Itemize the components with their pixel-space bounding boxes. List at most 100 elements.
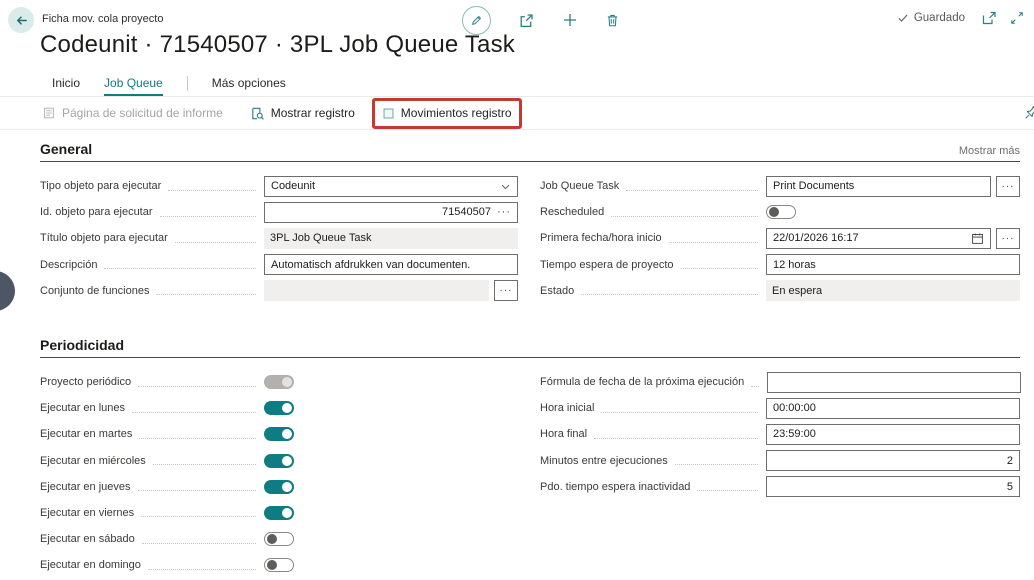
function-set-assist-button[interactable]: ··· <box>494 280 518 301</box>
save-status-area: Guardado <box>897 10 1024 26</box>
tab-strip: Inicio Job Queue Más opciones <box>0 70 1034 97</box>
run-sunday-label: Ejecutar en domingo <box>40 559 141 571</box>
field-earliest-start: Primera fecha/hora inicio 22/01/2026 16:… <box>540 225 1020 251</box>
page-content: General Mostrar más Tipo objeto para eje… <box>0 141 1034 578</box>
field-run-sunday: Ejecutar en domingo <box>40 552 518 578</box>
dotted-leader <box>611 216 758 217</box>
status-field: En espera <box>766 280 1020 301</box>
periodicity-fields: Proyecto periódico Ejecutar en lunes Eje… <box>40 369 1020 579</box>
plus-icon <box>562 12 578 28</box>
object-type-select[interactable]: Codeunit <box>264 176 518 197</box>
job-queue-task-label: Job Queue Task <box>540 180 619 192</box>
log-entries-action[interactable]: Movimientos registro <box>382 106 512 120</box>
start-time-input[interactable]: 00:00:00 <box>766 398 1020 419</box>
dotted-leader <box>601 412 758 413</box>
dotted-leader <box>626 190 758 191</box>
tab-inicio[interactable]: Inicio <box>52 76 80 96</box>
tab-mas-opciones[interactable]: Más opciones <box>212 76 286 96</box>
trash-icon <box>605 13 620 28</box>
earliest-start-assist-button[interactable]: ··· <box>996 228 1020 249</box>
run-friday-label: Ejecutar en viernes <box>40 507 134 519</box>
resize-icon[interactable] <box>1010 11 1024 25</box>
status-label: Estado <box>540 285 574 297</box>
dotted-leader <box>681 268 759 269</box>
show-more-link[interactable]: Mostrar más <box>959 145 1020 157</box>
run-wednesday-toggle[interactable] <box>264 454 294 468</box>
rescheduled-label: Rescheduled <box>540 206 604 218</box>
dotted-leader <box>594 438 758 439</box>
new-button[interactable] <box>562 12 578 28</box>
object-id-input[interactable]: 71540507 ··· <box>264 202 518 223</box>
description-input[interactable]: Automatisch afdrukken van documenten. <box>264 254 518 275</box>
field-job-timeout: Tiempo espera de proyecto 12 horas <box>540 252 1020 278</box>
report-request-page-action: Página de solicitud de informe <box>42 106 223 120</box>
minutes-between-runs-input[interactable]: 2 <box>766 450 1020 471</box>
periodicity-left-column: Proyecto periódico Ejecutar en lunes Eje… <box>40 369 518 579</box>
field-end-time: Hora final 23:59:00 <box>540 421 1020 447</box>
tab-job-queue[interactable]: Job Queue <box>104 76 163 96</box>
general-right-column: Job Queue Task Print Documents ··· Resch… <box>540 173 1020 304</box>
earliest-start-input[interactable]: 22/01/2026 16:17 <box>766 228 991 249</box>
field-start-time: Hora inicial 00:00:00 <box>540 395 1020 421</box>
object-type-label: Tipo objeto para ejecutar <box>40 180 161 192</box>
show-log-action[interactable]: Mostrar registro <box>250 106 355 121</box>
field-object-id: Id. objeto para ejecutar 71540507 ··· <box>40 199 518 225</box>
dotted-leader <box>132 412 256 413</box>
run-saturday-toggle[interactable] <box>264 532 294 546</box>
description-label: Descripción <box>40 259 97 271</box>
show-log-label: Mostrar registro <box>271 106 355 120</box>
recurring-job-toggle <box>264 375 294 389</box>
general-fields: Tipo objeto para ejecutar Codeunit Id. o… <box>40 173 1020 304</box>
field-job-queue-task: Job Queue Task Print Documents ··· <box>540 173 1020 199</box>
back-button[interactable] <box>8 7 34 33</box>
calendar-icon[interactable] <box>971 232 984 245</box>
object-id-label: Id. objeto para ejecutar <box>40 206 153 218</box>
next-run-formula-input[interactable] <box>767 372 1021 393</box>
field-object-caption: Título objeto para ejecutar 3PL Job Queu… <box>40 225 518 251</box>
dotted-leader <box>139 438 256 439</box>
field-object-type: Tipo objeto para ejecutar Codeunit <box>40 173 518 199</box>
rescheduled-toggle[interactable] <box>766 205 796 219</box>
dotted-leader <box>148 569 256 570</box>
end-time-input[interactable]: 23:59:00 <box>766 424 1020 445</box>
dotted-leader <box>751 386 759 387</box>
page-title: Codeunit · 71540507 · 3PL Job Queue Task <box>40 31 515 59</box>
field-status: Estado En espera <box>540 278 1020 304</box>
back-arrow-icon <box>14 13 29 28</box>
field-recurring-job: Proyecto periódico <box>40 369 518 395</box>
pin-icon[interactable] <box>1024 105 1034 120</box>
next-run-formula-label: Fórmula de fecha de la próxima ejecución <box>540 376 744 388</box>
job-timeout-input[interactable]: 12 horas <box>766 254 1020 275</box>
share-button[interactable] <box>518 12 535 29</box>
run-friday-toggle[interactable] <box>264 506 294 520</box>
run-thursday-toggle[interactable] <box>264 480 294 494</box>
periodicity-right-column: Fórmula de fecha de la próxima ejecución… <box>540 369 1020 579</box>
general-section-title: General <box>40 141 92 157</box>
delete-button[interactable] <box>605 13 620 28</box>
run-sunday-toggle[interactable] <box>264 558 294 572</box>
run-monday-label: Ejecutar en lunes <box>40 402 125 414</box>
run-monday-toggle[interactable] <box>264 401 294 415</box>
run-wednesday-label: Ejecutar en miércoles <box>40 455 146 467</box>
open-in-window-icon[interactable] <box>981 10 997 26</box>
chevron-down-icon[interactable] <box>500 181 511 192</box>
report-request-page-label: Página de solicitud de informe <box>62 106 223 120</box>
field-run-tuesday: Ejecutar en martes <box>40 421 518 447</box>
minutes-between-runs-label: Minutos entre ejecuciones <box>540 455 668 467</box>
inactivity-timeout-input[interactable]: 5 <box>766 476 1020 497</box>
job-queue-task-assist-button[interactable]: ··· <box>996 176 1020 197</box>
field-function-set: Conjunto de funciones ··· <box>40 278 518 304</box>
save-status: Guardado <box>897 12 965 24</box>
run-tuesday-toggle[interactable] <box>264 427 294 441</box>
document-search-icon <box>250 106 265 121</box>
pencil-icon <box>470 14 483 27</box>
job-queue-task-input[interactable]: Print Documents <box>766 176 991 197</box>
field-run-monday: Ejecutar en lunes <box>40 395 518 421</box>
dotted-leader <box>669 242 758 243</box>
field-run-wednesday: Ejecutar en miércoles <box>40 448 518 474</box>
field-run-saturday: Ejecutar en sábado <box>40 526 518 552</box>
assist-edit-icon[interactable]: ··· <box>497 206 511 218</box>
run-tuesday-label: Ejecutar en martes <box>40 428 132 440</box>
dotted-leader <box>138 386 256 387</box>
field-rescheduled: Rescheduled <box>540 199 1020 225</box>
